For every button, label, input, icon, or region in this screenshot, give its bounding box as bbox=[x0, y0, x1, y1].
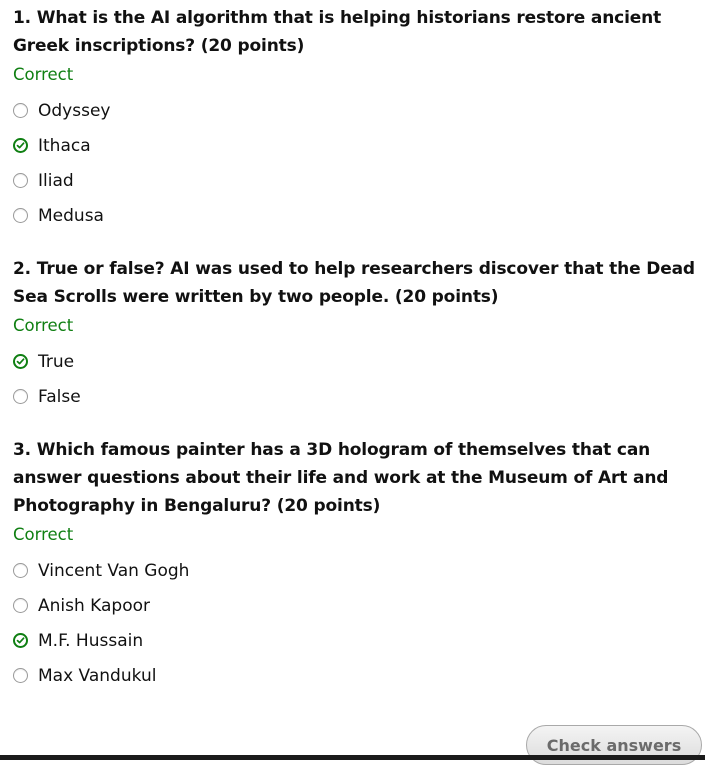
check-circle-icon[interactable] bbox=[13, 354, 28, 369]
question-status: Correct bbox=[13, 525, 74, 544]
radio-empty-icon[interactable] bbox=[13, 103, 28, 118]
answer-label: False bbox=[38, 386, 81, 407]
answer-label: Medusa bbox=[38, 205, 104, 226]
answer-option[interactable]: Anish Kapoor bbox=[13, 588, 699, 623]
answer-label: Max Vandukul bbox=[38, 665, 157, 686]
question-spacer bbox=[13, 414, 699, 436]
answer-option[interactable]: Ithaca bbox=[13, 128, 699, 163]
answer-option[interactable]: False bbox=[13, 379, 699, 414]
question-status: Correct bbox=[13, 65, 74, 84]
answer-label: Odyssey bbox=[38, 100, 111, 121]
bottom-bar bbox=[0, 755, 705, 760]
question-status: Correct bbox=[13, 316, 74, 335]
question-3: 3. Which famous painter has a 3D hologra… bbox=[13, 436, 699, 693]
answer-label: Anish Kapoor bbox=[38, 595, 151, 616]
radio-empty-icon[interactable] bbox=[13, 598, 28, 613]
answer-label: M.F. Hussain bbox=[38, 630, 144, 651]
radio-empty-icon[interactable] bbox=[13, 208, 28, 223]
answer-label: Iliad bbox=[38, 170, 74, 191]
answer-option[interactable]: M.F. Hussain bbox=[13, 623, 699, 658]
question-1: 1. What is the AI algorithm that is help… bbox=[13, 4, 699, 233]
question-2: 2. True or false? AI was used to help re… bbox=[13, 255, 699, 414]
answer-option[interactable]: True bbox=[13, 344, 699, 379]
answer-option[interactable]: Iliad bbox=[13, 163, 699, 198]
answer-label: Ithaca bbox=[38, 135, 91, 156]
answer-option[interactable]: Medusa bbox=[13, 198, 699, 233]
check-circle-icon[interactable] bbox=[13, 138, 28, 153]
question-title: 3. Which famous painter has a 3D hologra… bbox=[13, 440, 669, 516]
question-spacer bbox=[13, 233, 699, 255]
answer-option[interactable]: Max Vandukul bbox=[13, 658, 699, 693]
answer-option[interactable]: Odyssey bbox=[13, 93, 699, 128]
radio-empty-icon[interactable] bbox=[13, 668, 28, 683]
question-title: 1. What is the AI algorithm that is help… bbox=[13, 8, 662, 56]
radio-empty-icon[interactable] bbox=[13, 389, 28, 404]
answer-options: True False bbox=[13, 344, 699, 414]
check-circle-icon[interactable] bbox=[13, 633, 28, 648]
answer-label: True bbox=[38, 351, 75, 372]
radio-empty-icon[interactable] bbox=[13, 173, 28, 188]
question-title: 2. True or false? AI was used to help re… bbox=[13, 259, 695, 307]
quiz-results: 1. What is the AI algorithm that is help… bbox=[13, 4, 699, 693]
answer-option[interactable]: Vincent Van Gogh bbox=[13, 553, 699, 588]
answer-options: Vincent Van Gogh Anish Kapoor M.F. Hussa… bbox=[13, 553, 699, 693]
answer-options: Odyssey Ithaca Iliad Medusa bbox=[13, 93, 699, 233]
radio-empty-icon[interactable] bbox=[13, 563, 28, 578]
answer-label: Vincent Van Gogh bbox=[38, 560, 190, 581]
